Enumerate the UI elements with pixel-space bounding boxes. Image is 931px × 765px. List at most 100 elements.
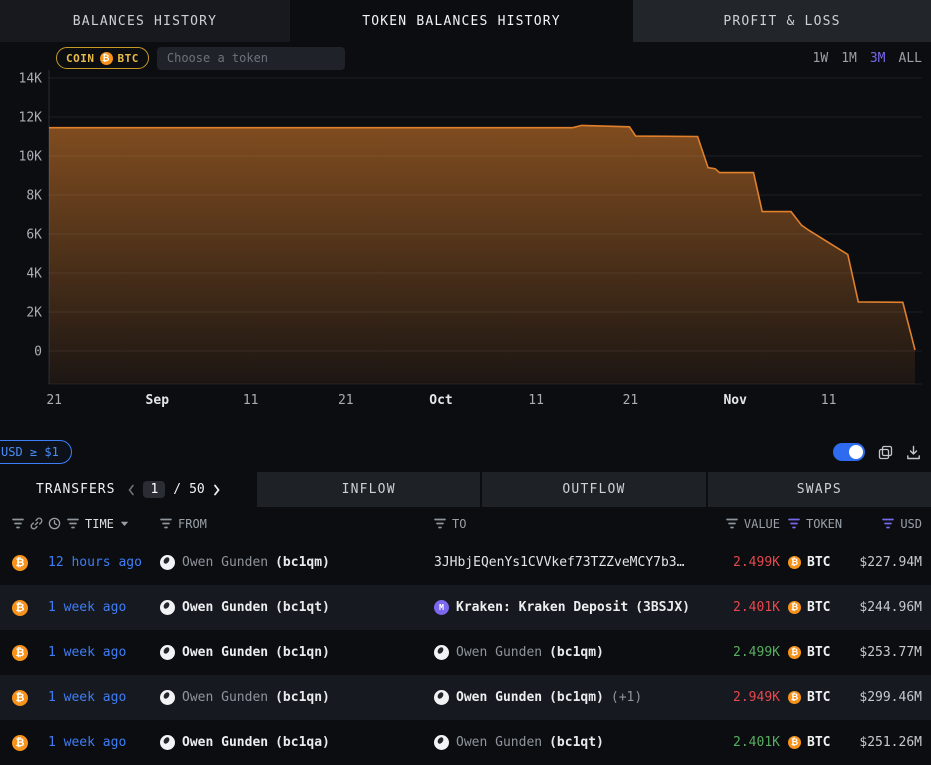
entity-name[interactable]: Owen Gunden: [456, 690, 542, 705]
transfers-table-body: ₿ 12 hours ago Owen Gunden (bc1qm) 3JHbjEQen…: [0, 540, 931, 765]
chevron-down-icon[interactable]: [120, 521, 129, 527]
balance-chart-svg[interactable]: 14K12K10K8K6K4K2K021Sep1121Oct1121Nov11: [0, 42, 931, 432]
entity-address[interactable]: (bc1qt): [549, 735, 604, 750]
btc-icon: ₿: [12, 690, 28, 706]
token-cell[interactable]: ₿BTC: [780, 600, 842, 615]
kraken-icon: M: [434, 600, 449, 615]
range-1m-button[interactable]: 1M: [841, 51, 857, 66]
filter-icon-active[interactable]: [882, 518, 894, 529]
tab-profit-and-loss[interactable]: PROFIT & LOSS: [633, 0, 931, 42]
btc-icon: ₿: [788, 556, 801, 569]
transfer-value: 2.401K: [702, 600, 780, 615]
entity-name[interactable]: Owen Gunden: [182, 735, 268, 750]
entity-address[interactable]: (bc1qn): [275, 645, 330, 660]
tab-swaps[interactable]: SWAPS: [708, 472, 931, 507]
svg-text:Oct: Oct: [429, 393, 452, 408]
address-text[interactable]: 3JHbjEQenYs1CVVkef73TZZveMCY7b3…: [434, 555, 684, 570]
column-header-value[interactable]: VALUE: [744, 517, 780, 531]
transfer-value: 2.499K: [702, 645, 780, 660]
link-icon[interactable]: [30, 517, 43, 530]
transfer-time-link[interactable]: 1 week ago: [48, 645, 126, 660]
svg-text:11: 11: [243, 393, 259, 408]
btc-icon: ₿: [788, 601, 801, 614]
transfer-time-link[interactable]: 1 week ago: [48, 735, 126, 750]
token-cell[interactable]: ₿BTC: [780, 690, 842, 705]
coin-filter-pill[interactable]: COIN ₿ BTC: [56, 47, 149, 69]
column-header-token[interactable]: TOKEN: [806, 517, 842, 531]
entity-address[interactable]: (bc1qa): [275, 735, 330, 750]
range-3m-button[interactable]: 3M: [870, 51, 886, 66]
time-range-buttons: 1W 1M 3M ALL: [813, 51, 922, 66]
tab-balances-history[interactable]: BALANCES HISTORY: [0, 0, 290, 42]
entity-name[interactable]: Owen Gunden: [182, 555, 268, 570]
column-header-from[interactable]: FROM: [178, 517, 207, 531]
entity-address[interactable]: (bc1qm): [549, 645, 604, 660]
token-cell[interactable]: ₿BTC: [780, 555, 842, 570]
table-row[interactable]: ₿ 12 hours ago Owen Gunden (bc1qm) 3JHbjEQen…: [0, 540, 931, 585]
tab-transfers[interactable]: TRANSFERS 1 / 50: [0, 472, 255, 507]
range-1w-button[interactable]: 1W: [813, 51, 829, 66]
svg-text:21: 21: [46, 393, 62, 408]
table-row[interactable]: ₿ 1 week ago Owen Gunden (bc1qn) Owen Gunden…: [0, 630, 931, 675]
entity-address[interactable]: (3BSJX): [635, 600, 690, 615]
download-icon[interactable]: [906, 445, 921, 460]
tab-outflow[interactable]: OUTFLOW: [482, 472, 705, 507]
svg-text:6K: 6K: [26, 228, 42, 243]
filter-icon-active[interactable]: [788, 518, 800, 529]
token-search-input[interactable]: Choose a token: [157, 47, 345, 70]
transfer-time-link[interactable]: 1 week ago: [48, 600, 126, 615]
column-header-time[interactable]: TIME: [85, 517, 114, 531]
svg-text:14K: 14K: [19, 72, 43, 87]
svg-text:21: 21: [623, 393, 639, 408]
svg-text:21: 21: [338, 393, 354, 408]
entity-name[interactable]: Owen Gunden: [182, 600, 268, 615]
btc-icon: ₿: [788, 646, 801, 659]
next-page-icon[interactable]: [213, 484, 221, 496]
entity-name[interactable]: Owen Gunden: [456, 735, 542, 750]
pagination: 1 / 50: [127, 481, 220, 498]
entity-name[interactable]: Owen Gunden: [456, 645, 542, 660]
filter-icon[interactable]: [434, 518, 446, 529]
transfer-time-link[interactable]: 1 week ago: [48, 690, 126, 705]
filter-icon[interactable]: [12, 518, 24, 529]
filter-icon[interactable]: [160, 518, 172, 529]
entity-avatar-icon: [160, 645, 175, 660]
filter-icon[interactable]: [726, 518, 738, 529]
usd-threshold-filter-pill[interactable]: USD ≥ $1: [0, 440, 72, 464]
column-header-usd[interactable]: USD: [900, 517, 922, 531]
table-row[interactable]: ₿ 1 week ago Owen Gunden (bc1qn) Owen Gunden…: [0, 675, 931, 720]
entity-address[interactable]: (bc1qm): [549, 690, 604, 705]
prev-page-icon[interactable]: [127, 484, 135, 496]
entity-name[interactable]: Owen Gunden: [182, 690, 268, 705]
entity-name[interactable]: Kraken: Kraken Deposit: [456, 600, 628, 615]
entity-avatar-icon: [160, 690, 175, 705]
usd-value: $251.26M: [842, 735, 922, 750]
token-cell[interactable]: ₿ BTC: [780, 645, 842, 660]
entity-address[interactable]: (bc1qm): [275, 555, 330, 570]
token-symbol: BTC: [807, 645, 830, 660]
usd-toggle[interactable]: [833, 443, 865, 461]
table-row[interactable]: ₿ 1 week ago Owen Gunden (bc1qt) M Kraken: Kr…: [0, 585, 931, 630]
entity-name[interactable]: Owen Gunden: [182, 645, 268, 660]
page-separator: /: [173, 482, 181, 497]
tab-inflow[interactable]: INFLOW: [257, 472, 480, 507]
entity-address[interactable]: (bc1qt): [275, 600, 330, 615]
range-all-button[interactable]: ALL: [899, 51, 922, 66]
transfer-value: 2.949K: [702, 690, 780, 705]
table-tabbar: TRANSFERS 1 / 50 INFLOW OUTFLOW SWAPS: [0, 472, 931, 507]
chart-controls: COIN ₿ BTC Choose a token 1W 1M 3M ALL: [0, 45, 931, 71]
filter-icon[interactable]: [67, 518, 79, 529]
token-cell[interactable]: ₿BTC: [780, 735, 842, 750]
column-header-to[interactable]: TO: [452, 517, 466, 531]
svg-text:12K: 12K: [19, 111, 43, 126]
token-symbol: BTC: [807, 690, 830, 705]
token-balance-chart-section: 14K12K10K8K6K4K2K021Sep1121Oct1121Nov11 …: [0, 42, 931, 432]
entity-address[interactable]: (bc1qn): [275, 690, 330, 705]
svg-text:10K: 10K: [19, 150, 43, 165]
copy-icon[interactable]: [878, 445, 893, 460]
clock-icon[interactable]: [48, 517, 61, 530]
tab-token-balances-history[interactable]: TOKEN BALANCES HISTORY: [290, 0, 633, 42]
table-row[interactable]: ₿1 week agoOwen Gunden(bc1qa)Owen Gunden…: [0, 720, 931, 765]
transfer-time-link[interactable]: 12 hours ago: [48, 555, 142, 570]
additional-count[interactable]: (+1): [611, 690, 642, 705]
